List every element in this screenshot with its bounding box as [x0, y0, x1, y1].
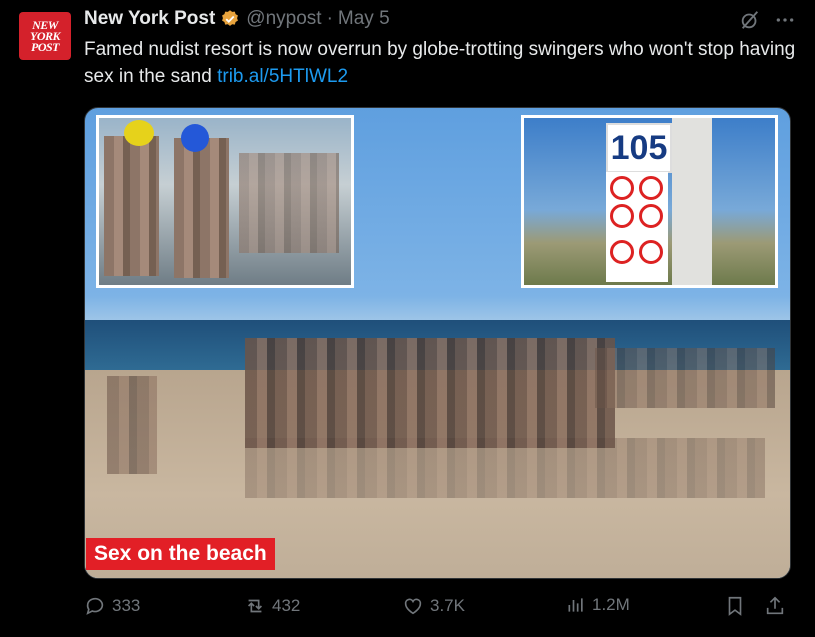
prohibition-icon: [639, 204, 663, 228]
verified-icon: [222, 10, 239, 26]
blurred-sand-band: [245, 438, 765, 498]
tweet-link[interactable]: trib.al/5HTlWL2: [217, 66, 348, 87]
prohibition-icon: [610, 204, 634, 228]
prohibition-icon: [639, 240, 663, 264]
sign-post: [672, 118, 712, 285]
bookmark-icon: [728, 596, 742, 616]
like-button[interactable]: 3.7K: [402, 595, 465, 617]
media-caption: Sex on the beach: [86, 538, 275, 570]
yellow-head: [124, 120, 154, 146]
inset-photo-left: [96, 115, 354, 288]
prohibition-icon: [610, 240, 634, 264]
like-count: 3.7K: [430, 596, 465, 615]
author-name[interactable]: New York Post: [84, 8, 215, 30]
views-icon: [568, 598, 583, 612]
blurred-figure: [104, 136, 159, 276]
grok-icon[interactable]: [739, 9, 761, 31]
blurred-figures-right: [595, 348, 775, 408]
view-count: 1.2M: [592, 595, 630, 614]
bookmark-button[interactable]: [724, 595, 746, 617]
tweet-header: New York Post @nypost · May 5: [84, 7, 795, 31]
avatar[interactable]: NEW YORK POST: [19, 12, 71, 60]
blurred-figure: [239, 153, 339, 253]
blurred-crowd: [245, 338, 615, 448]
header-separator: ·: [326, 8, 333, 29]
repost-count: 432: [272, 596, 301, 615]
prohibition-icon: [610, 176, 634, 200]
reply-count: 333: [112, 596, 141, 615]
share-button[interactable]: [764, 595, 786, 617]
reply-icon: [86, 597, 104, 615]
blurred-figure: [174, 138, 229, 278]
tweet-actions: 333 432 3.7K 1.2M: [84, 595, 789, 619]
like-icon: [404, 598, 422, 615]
share-icon: [766, 596, 784, 615]
prohibition-icon: [639, 176, 663, 200]
author-handle[interactable]: @nypost: [246, 8, 321, 30]
tweet-date[interactable]: May 5: [338, 8, 390, 30]
tweet-top-actions: [739, 9, 795, 31]
tweet-media[interactable]: 105 Sex on the beach: [84, 107, 791, 579]
sign-number: 105: [606, 123, 672, 173]
blurred-figure-left: [107, 376, 157, 474]
repost-icon: [247, 599, 263, 613]
tweet-body: Famed nudist resort is now overrun by gl…: [84, 39, 796, 87]
avatar-line-3: POST: [31, 39, 60, 54]
blue-head: [181, 124, 209, 152]
views-button[interactable]: 1.2M: [566, 595, 630, 615]
sign-board: [606, 172, 668, 282]
tweet-text: Famed nudist resort is now overrun by gl…: [84, 36, 799, 90]
inset-photo-right: 105: [521, 115, 778, 288]
repost-button[interactable]: 432: [244, 595, 300, 617]
reply-button[interactable]: 333: [84, 595, 140, 617]
more-icon[interactable]: [775, 10, 795, 30]
